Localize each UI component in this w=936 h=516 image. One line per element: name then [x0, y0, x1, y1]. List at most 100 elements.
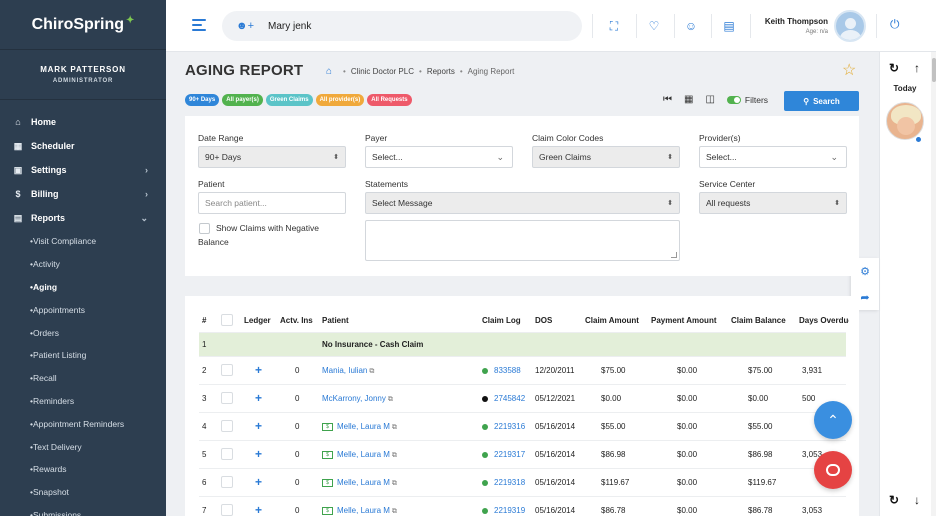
patient-link[interactable]: Mania, Iulian ⧉: [322, 366, 374, 376]
sidebar-subitem-patient-listing[interactable]: • Patient Listing: [0, 344, 166, 367]
fullscreen-icon[interactable]: ⛶: [604, 16, 624, 36]
sidebar-item-home[interactable]: ⌂ Home: [0, 110, 166, 134]
favorite-star-icon[interactable]: ☆: [842, 60, 856, 80]
filter-chip[interactable]: All payer(s): [222, 94, 263, 106]
statements-select[interactable]: Select Message ⬍: [365, 192, 680, 214]
patient-avatar[interactable]: [886, 102, 924, 140]
sidebar-item-reports[interactable]: ▤ Reports ⌄: [0, 206, 166, 230]
sidebar-subitem-submissions[interactable]: • Submissions: [0, 504, 166, 516]
patient-link[interactable]: $ Melle, Laura M ⧉: [322, 478, 397, 488]
table-row[interactable]: 5 +0 $ Melle, Laura M ⧉ 2219317 05/16/2014 $86.…: [199, 440, 846, 468]
col-claim-amount[interactable]: Claim Amount: [585, 316, 639, 325]
sidebar-subitem-rewards[interactable]: • Rewards: [0, 458, 166, 481]
sidebar-subitem-reminders[interactable]: • Reminders: [0, 390, 166, 413]
home-icon[interactable]: ⌂: [326, 66, 332, 77]
sidebar-subitem-visit-compliance[interactable]: • Visit Compliance: [0, 230, 166, 253]
col-patient[interactable]: Patient: [322, 316, 349, 325]
patient-link[interactable]: McKarrony, Jonny ⧉: [322, 394, 393, 404]
col-claim-balance[interactable]: Claim Balance: [731, 316, 786, 325]
search-button[interactable]: ⚲ Search: [784, 91, 859, 111]
sidebar-subitem-orders[interactable]: • Orders: [0, 321, 166, 344]
breadcrumb-reports[interactable]: Reports: [427, 67, 455, 76]
row-checkbox[interactable]: [221, 420, 233, 432]
plus-icon[interactable]: +: [255, 363, 262, 377]
date-range-select[interactable]: 90+ Days ⬍: [198, 146, 346, 168]
doctor-info[interactable]: Keith Thompson Age: n/a: [765, 17, 828, 35]
patient-link[interactable]: $ Melle, Laura M ⧉: [322, 450, 397, 460]
table-row[interactable]: 6 +0 $ Melle, Laura M ⧉ 2219318 05/16/2014 $119…: [199, 468, 846, 496]
table-view-icon[interactable]: ▦: [684, 94, 693, 105]
sidebar-subitem-recall[interactable]: • Recall: [0, 367, 166, 390]
row-checkbox[interactable]: [221, 448, 233, 460]
select-all-checkbox[interactable]: [221, 314, 233, 326]
service-center-select[interactable]: All requests ⬍: [699, 192, 847, 214]
filter-chip[interactable]: 90+ Days: [185, 94, 220, 106]
filter-chip[interactable]: All provider(s): [315, 94, 365, 106]
table-row[interactable]: 7 +0 $ Melle, Laura M ⧉ 2219319 05/16/2014 $86.…: [199, 496, 846, 516]
sidebar-subitem-activity[interactable]: • Activity: [0, 253, 166, 276]
col-payment-amount[interactable]: Payment Amount: [651, 316, 717, 325]
table-row[interactable]: 3 +0 McKarrony, Jonny ⧉ 2745842 05/12/2021 $0.…: [199, 384, 846, 412]
sidebar-item-scheduler[interactable]: ▦ Scheduler: [0, 134, 166, 158]
patient-filter-input[interactable]: Search patient...: [198, 192, 346, 214]
col-days-overdue[interactable]: Days Overdue: [799, 316, 849, 325]
sidebar-item-billing[interactable]: $ Billing ›: [0, 182, 166, 206]
table-row[interactable]: 4 +0 $ Melle, Laura M ⧉ 2219316 05/16/2014 $55.…: [199, 412, 846, 440]
refresh-icon[interactable]: ↻: [886, 492, 902, 508]
provider-select[interactable]: Select... ⌄: [699, 146, 847, 168]
col-ledger[interactable]: Ledger: [244, 316, 271, 325]
claim-log-link[interactable]: 2745842: [494, 394, 525, 403]
arrow-up-icon[interactable]: ↑: [909, 60, 925, 76]
sidebar-item-settings[interactable]: ▣ Settings ›: [0, 158, 166, 182]
sidebar-subitem-text-delivery[interactable]: • Text Delivery: [0, 435, 166, 458]
claim-log-link[interactable]: 833588: [494, 366, 521, 375]
users-icon[interactable]: ☺: [681, 16, 701, 36]
power-icon[interactable]: ⏻: [890, 17, 900, 32]
plus-icon[interactable]: +: [255, 447, 262, 461]
first-page-icon[interactable]: ⏮: [663, 94, 672, 105]
claim-log-link[interactable]: 2219317: [494, 450, 525, 459]
col-num[interactable]: #: [202, 316, 206, 325]
refresh-icon[interactable]: ↻: [886, 60, 902, 76]
claim-color-select[interactable]: Green Claims ⬍: [532, 146, 680, 168]
scrollbar-thumb[interactable]: [932, 58, 936, 82]
breadcrumb-clinic[interactable]: Clinic Doctor PLC: [351, 67, 414, 76]
avatar[interactable]: [834, 10, 866, 42]
scroll-top-button[interactable]: ⌃: [814, 401, 852, 439]
statement-message-textarea[interactable]: [365, 220, 680, 261]
row-checkbox[interactable]: [221, 476, 233, 488]
sidebar-subitem-snapshot[interactable]: • Snapshot: [0, 481, 166, 504]
bell-icon[interactable]: ♡: [644, 16, 664, 36]
col-actv-ins[interactable]: Actv. Ins: [280, 316, 313, 325]
col-claim-log[interactable]: Claim Log: [482, 316, 521, 325]
sidebar-subitem-aging[interactable]: • Aging: [0, 276, 166, 299]
patient-link[interactable]: $ Melle, Laura M ⧉: [322, 506, 397, 516]
plus-icon[interactable]: +: [255, 475, 262, 489]
filter-chip[interactable]: Green Claims: [265, 94, 313, 106]
columns-icon[interactable]: ◫: [705, 94, 714, 105]
claim-log-link[interactable]: 2219316: [494, 422, 525, 431]
row-checkbox[interactable]: [221, 364, 233, 376]
filters-toggle[interactable]: [726, 95, 741, 104]
table-group-row[interactable]: 1 No Insurance - Cash Claim: [199, 332, 846, 356]
table-row[interactable]: 2 +0 Mania, Iulian ⧉ 833588 12/20/2011 $75.00 $…: [199, 356, 846, 384]
payer-select[interactable]: Select... ⌄: [365, 146, 513, 168]
plus-icon[interactable]: +: [255, 391, 262, 405]
row-checkbox[interactable]: [221, 392, 233, 404]
sidebar-subitem-appointments[interactable]: • Appointments: [0, 298, 166, 321]
chat-button[interactable]: [814, 451, 852, 489]
arrow-down-icon[interactable]: ↓: [909, 492, 925, 508]
scrollbar[interactable]: [931, 52, 936, 516]
patient-search-input[interactable]: ☻+ Mary jenk: [222, 11, 582, 41]
row-checkbox[interactable]: [221, 504, 233, 516]
plus-icon[interactable]: +: [255, 419, 262, 433]
claim-log-link[interactable]: 2219319: [494, 506, 525, 515]
brand-logo[interactable]: ChiroSpring ✦: [0, 0, 166, 50]
plus-icon[interactable]: +: [255, 503, 262, 516]
menu-toggle-icon[interactable]: [192, 19, 206, 31]
sidebar-subitem-appointment-reminders[interactable]: • Appointment Reminders: [0, 412, 166, 435]
document-icon[interactable]: ▤: [719, 16, 739, 36]
claim-log-link[interactable]: 2219318: [494, 478, 525, 487]
patient-link[interactable]: $ Melle, Laura M ⧉: [322, 422, 397, 432]
col-dos[interactable]: DOS: [535, 316, 552, 325]
